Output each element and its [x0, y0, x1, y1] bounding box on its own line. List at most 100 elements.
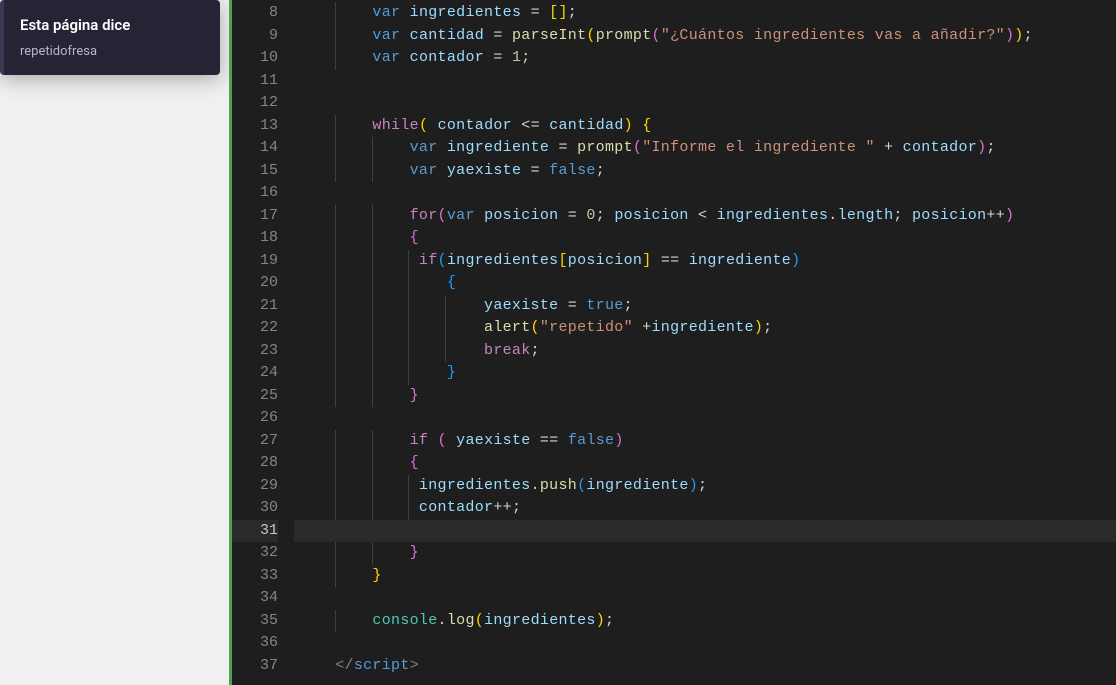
token-op [438, 139, 447, 156]
line-number[interactable]: 11 [232, 70, 278, 93]
line-number[interactable]: 26 [232, 407, 278, 430]
code-line[interactable]: yaexiste = true; [294, 295, 1116, 318]
line-number[interactable]: 19 [232, 250, 278, 273]
token-ident: yaexiste [456, 432, 530, 449]
code-line[interactable] [294, 587, 1116, 610]
line-number[interactable]: 18 [232, 227, 278, 250]
token-ident: posicion [614, 207, 688, 224]
code-line[interactable] [294, 182, 1116, 205]
code-line[interactable]: { [294, 272, 1116, 295]
line-number-gutter[interactable]: 8910111213141516171819202122232425262728… [232, 0, 294, 685]
line-number[interactable]: 8 [232, 2, 278, 25]
line-number[interactable]: 20 [232, 272, 278, 295]
code-line[interactable] [294, 92, 1116, 115]
token-op: ; [624, 297, 633, 314]
token-prop: length [838, 207, 894, 224]
token-ident: contador [419, 499, 493, 516]
token-kw: var [372, 27, 400, 44]
dialog-message: repetidofresa [20, 44, 204, 59]
token-paren-y: } [372, 567, 381, 584]
line-number[interactable]: 25 [232, 385, 278, 408]
code-line[interactable]: </script> [294, 655, 1116, 678]
token-paren-y: ( [419, 117, 428, 134]
code-line[interactable]: } [294, 542, 1116, 565]
code-line[interactable] [294, 407, 1116, 430]
token-func: push [540, 477, 577, 494]
line-number[interactable]: 23 [232, 340, 278, 363]
code-line[interactable]: } [294, 565, 1116, 588]
token-bool: true [586, 297, 623, 314]
code-line[interactable]: var cantidad = parseInt(prompt("¿Cuántos… [294, 25, 1116, 48]
line-number[interactable]: 34 [232, 587, 278, 610]
token-ident: ingrediente [689, 252, 791, 269]
line-number[interactable]: 31 [232, 520, 278, 543]
code-line[interactable]: { [294, 227, 1116, 250]
code-line[interactable] [294, 632, 1116, 655]
line-number[interactable]: 29 [232, 475, 278, 498]
code-line[interactable]: if ( yaexiste == false) [294, 430, 1116, 453]
code-line[interactable]: alert("repetido" +ingrediente); [294, 317, 1116, 340]
line-number[interactable]: 28 [232, 452, 278, 475]
line-number[interactable]: 32 [232, 542, 278, 565]
line-number[interactable]: 37 [232, 655, 278, 678]
line-number[interactable]: 22 [232, 317, 278, 340]
line-number[interactable]: 24 [232, 362, 278, 385]
code-line[interactable]: var ingrediente = prompt("Informe el ing… [294, 137, 1116, 160]
line-number[interactable]: 16 [232, 182, 278, 205]
code-line[interactable]: console.log(ingredientes); [294, 610, 1116, 633]
code-line[interactable]: var yaexiste = false; [294, 160, 1116, 183]
token-ident: yaexiste [484, 297, 558, 314]
token-op [475, 207, 484, 224]
code-line[interactable]: contador++; [294, 497, 1116, 520]
token-paren-p: { [410, 454, 419, 471]
token-kw: var [447, 207, 475, 224]
line-number[interactable]: 9 [232, 25, 278, 48]
token-ident: contador [410, 49, 484, 66]
line-number[interactable]: 13 [232, 115, 278, 138]
token-ident: ingredientes [484, 612, 596, 629]
code-content[interactable]: var ingredientes = []; var cantidad = pa… [294, 0, 1116, 685]
token-kw: var [410, 162, 438, 179]
code-editor[interactable]: 8910111213141516171819202122232425262728… [229, 0, 1116, 685]
token-paren-p: ) [1005, 207, 1014, 224]
code-line[interactable]: var contador = 1; [294, 47, 1116, 70]
line-number[interactable]: 35 [232, 610, 278, 633]
token-paren-y: ( [586, 27, 595, 44]
line-number[interactable]: 10 [232, 47, 278, 70]
code-line[interactable]: var ingredientes = []; [294, 2, 1116, 25]
line-number[interactable]: 36 [232, 632, 278, 655]
token-paren-y: ) [624, 117, 633, 134]
js-alert-dialog[interactable]: Esta página dice repetidofresa [0, 0, 220, 75]
line-number[interactable]: 33 [232, 565, 278, 588]
code-line[interactable]: for(var posicion = 0; posicion < ingredi… [294, 205, 1116, 228]
token-paren-p: ( [633, 139, 642, 156]
token-op [438, 162, 447, 179]
token-op: == [652, 252, 689, 269]
line-number[interactable]: 17 [232, 205, 278, 228]
token-op: ; [605, 612, 614, 629]
token-paren-y: ] [558, 4, 567, 21]
token-kw2: while [372, 117, 419, 134]
code-line[interactable]: } [294, 362, 1116, 385]
code-line[interactable] [294, 520, 1116, 543]
token-op [400, 27, 409, 44]
line-number[interactable]: 15 [232, 160, 278, 183]
code-line[interactable] [294, 70, 1116, 93]
line-number[interactable]: 21 [232, 295, 278, 318]
code-line[interactable]: if(ingredientes[posicion] == ingrediente… [294, 250, 1116, 273]
code-line[interactable]: ingredientes.push(ingrediente); [294, 475, 1116, 498]
code-line[interactable]: while( contador <= cantidad) { [294, 115, 1116, 138]
line-number[interactable]: 30 [232, 497, 278, 520]
token-paren-y: ( [531, 319, 540, 336]
code-line[interactable]: } [294, 385, 1116, 408]
line-number[interactable]: 27 [232, 430, 278, 453]
token-paren-y: ( [475, 612, 484, 629]
token-bool: false [549, 162, 596, 179]
token-op: ; [986, 139, 995, 156]
code-line[interactable]: { [294, 452, 1116, 475]
line-number[interactable]: 12 [232, 92, 278, 115]
token-op [447, 432, 456, 449]
token-paren-p: } [410, 544, 419, 561]
line-number[interactable]: 14 [232, 137, 278, 160]
code-line[interactable]: break; [294, 340, 1116, 363]
